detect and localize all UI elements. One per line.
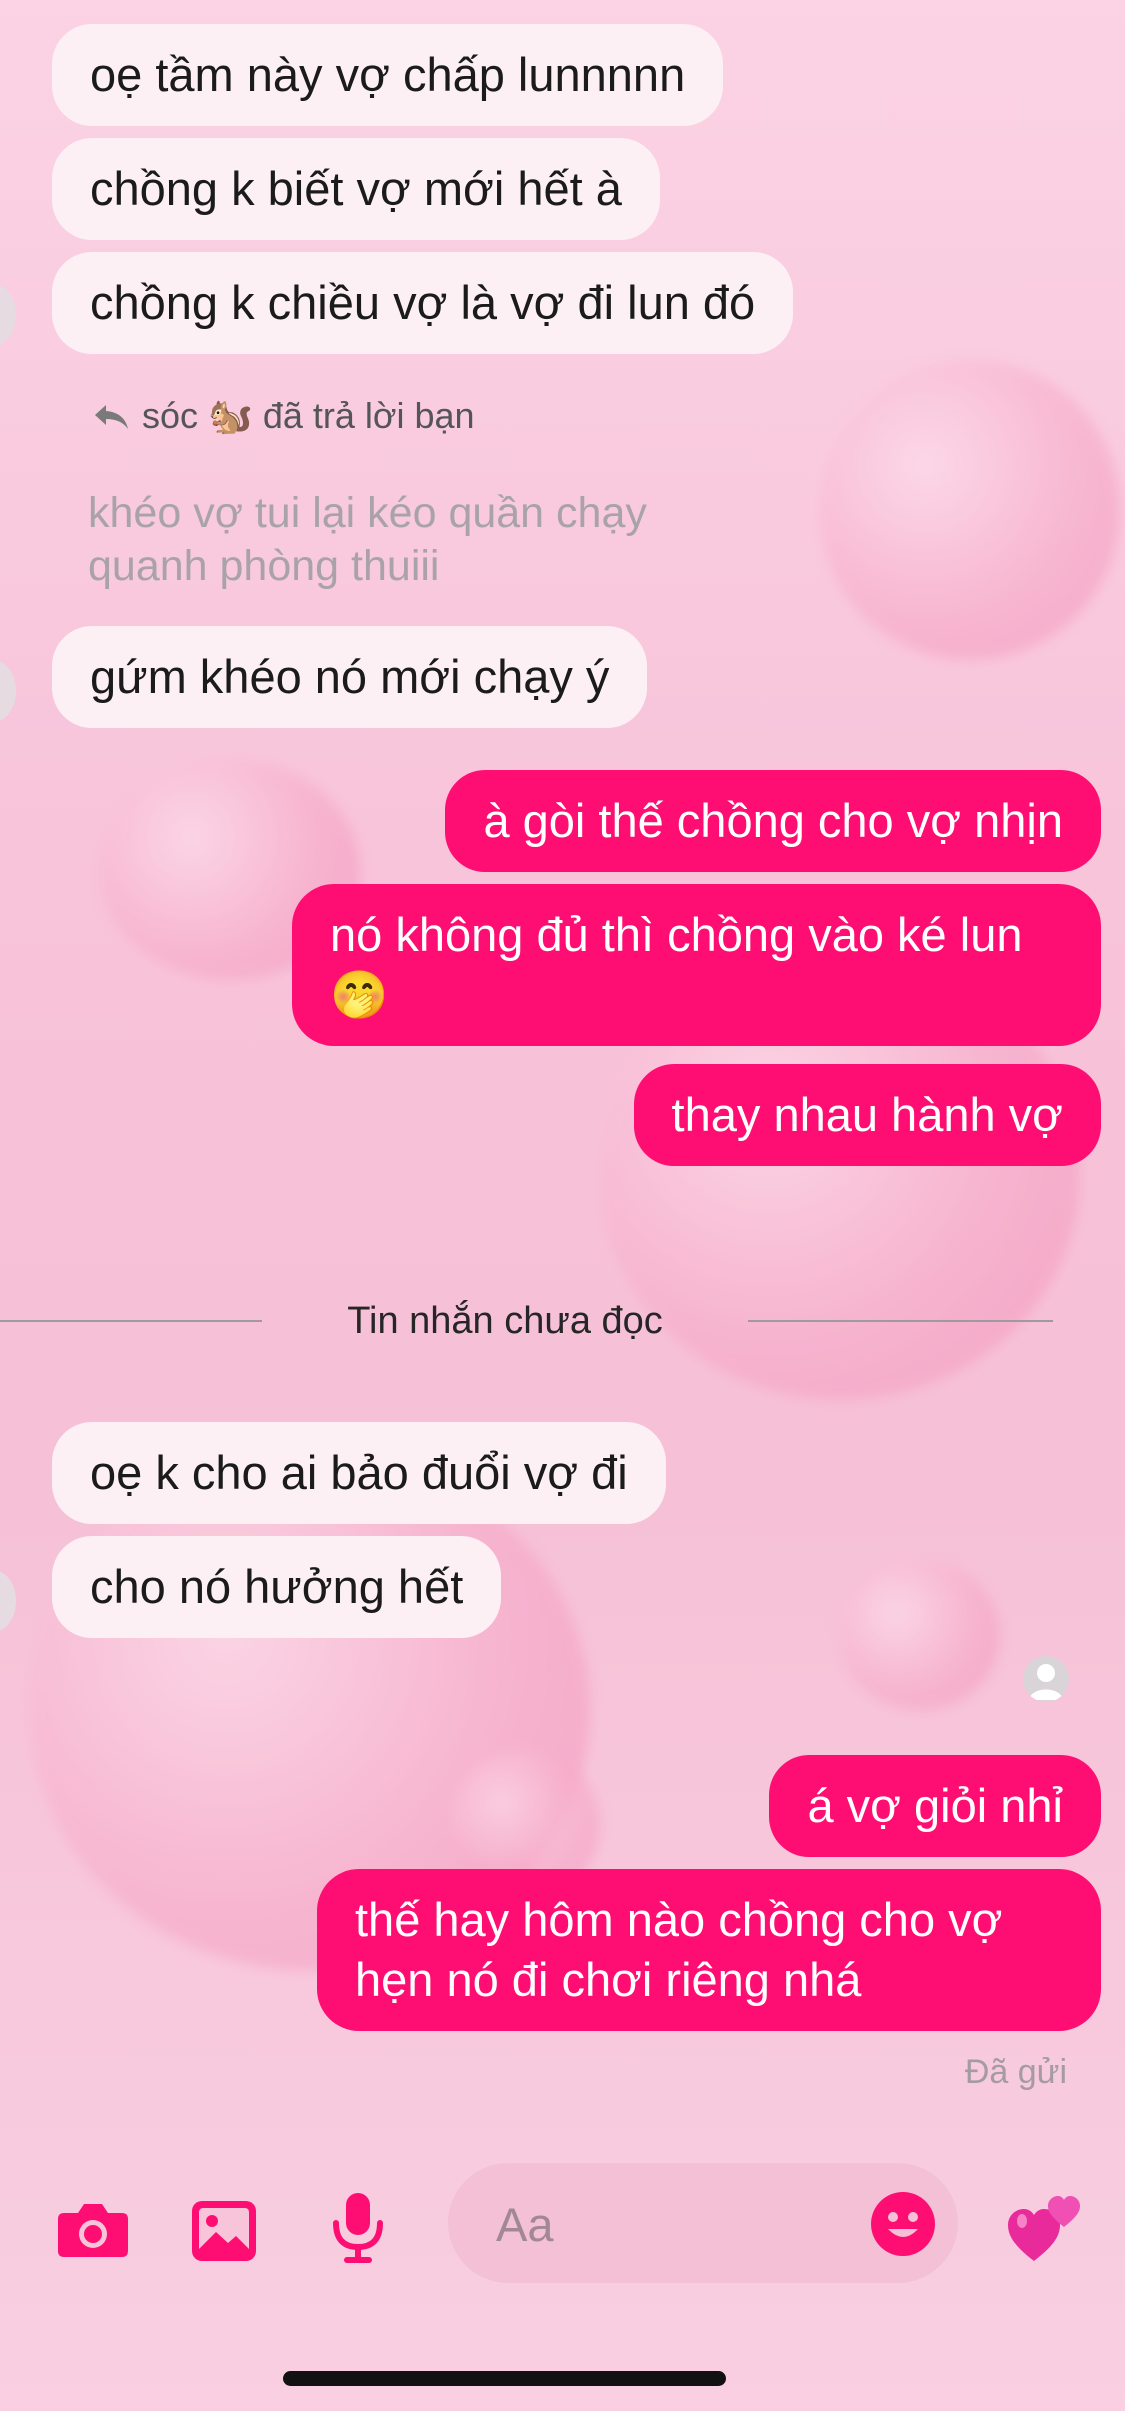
composer-toolbar bbox=[0, 2145, 1125, 2315]
camera-icon bbox=[58, 2204, 128, 2257]
reply-arrow-icon bbox=[95, 405, 128, 429]
background-heart bbox=[840, 1560, 1000, 1710]
hearts-button[interactable] bbox=[1006, 2191, 1084, 2270]
reply-note-text: sóc 🐿️ đã trả lời bạn bbox=[142, 395, 475, 436]
home-indicator bbox=[283, 2371, 726, 2386]
message-composer[interactable] bbox=[448, 2163, 958, 2283]
outgoing-message[interactable]: à gòi thế chồng cho vợ nhịn bbox=[445, 770, 1101, 872]
divider-line bbox=[748, 1320, 1053, 1322]
sender-avatar[interactable] bbox=[0, 284, 16, 346]
incoming-message[interactable]: chồng k chiều vợ là vợ đi lun đó bbox=[52, 252, 794, 354]
hearts-icon bbox=[1008, 2196, 1080, 2261]
message-input[interactable] bbox=[494, 2193, 838, 2255]
reply-indicator: sóc 🐿️ đã trả lời bạn bbox=[92, 395, 475, 437]
unread-divider: Tin nhắn chưa đọc bbox=[0, 1296, 1125, 1346]
outgoing-message[interactable]: thay nhau hành vợ bbox=[633, 1064, 1101, 1166]
incoming-message[interactable]: oẹ k cho ai bảo đuổi vợ đi bbox=[52, 1422, 666, 1524]
background-heart bbox=[820, 360, 1120, 660]
sender-avatar[interactable] bbox=[0, 1570, 16, 1632]
camera-button[interactable] bbox=[56, 2199, 130, 2264]
gallery-button[interactable] bbox=[190, 2199, 258, 2268]
gallery-icon bbox=[192, 2201, 256, 2261]
incoming-message[interactable]: oẹ tầm này vợ chấp lunnnnn bbox=[52, 24, 724, 126]
sent-status: Đã gửi bbox=[964, 2053, 1067, 2091]
sender-avatar[interactable] bbox=[0, 660, 16, 722]
outgoing-message[interactable]: á vợ giỏi nhỉ bbox=[769, 1755, 1101, 1857]
incoming-message[interactable]: chồng k biết vợ mới hết à bbox=[52, 138, 660, 240]
emoji-icon bbox=[871, 2192, 935, 2256]
incoming-message[interactable]: gứm khéo nó mới chạy ý bbox=[52, 626, 648, 728]
microphone-button[interactable] bbox=[330, 2191, 386, 2270]
incoming-message[interactable]: cho nó hưởng hết bbox=[52, 1536, 502, 1638]
outgoing-message[interactable]: thế hay hôm nào chồng cho vợ hẹn nó đi c… bbox=[317, 1869, 1101, 2031]
emoji-button[interactable] bbox=[870, 2191, 936, 2262]
outgoing-message[interactable]: nó không đủ thì chồng vào ké lun 🤭 bbox=[292, 884, 1101, 1046]
microphone-icon bbox=[333, 2193, 383, 2263]
person-icon bbox=[1029, 1664, 1063, 1700]
quoted-message[interactable]: khéo vợ tui lại kéo quần chạy quanh phòn… bbox=[88, 487, 708, 593]
seen-avatar bbox=[1023, 1656, 1069, 1702]
